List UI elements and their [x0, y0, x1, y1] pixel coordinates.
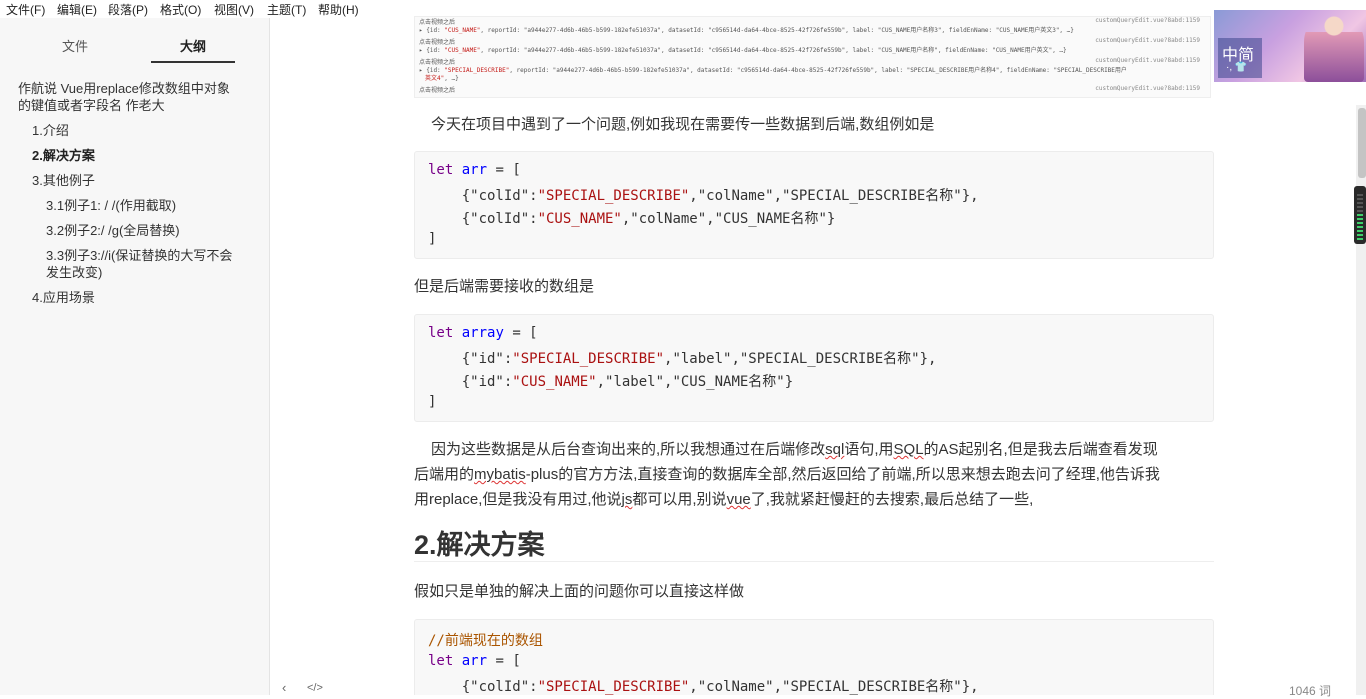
- code-block-solution[interactable]: //前端现在的数组 let arr = [ {"colId":"SPECIAL_…: [414, 619, 1214, 695]
- paragraph-intro: 今天在项目中遇到了一个问题,例如我现在需要传一些数据到后端,数组例如是: [431, 116, 935, 133]
- menu-edit[interactable]: 编辑(E): [57, 1, 97, 18]
- menu-file[interactable]: 文件(F): [6, 1, 45, 18]
- log-line: ▸ {id: "CUS_NAME", reportId: "a944e277-4…: [419, 47, 1067, 54]
- meter-bar: [1357, 210, 1363, 212]
- code-block-arr[interactable]: let arr = [ {"colId":"SPECIAL_DESCRIBE",…: [414, 151, 1214, 259]
- word-count[interactable]: 1046 词: [1289, 682, 1331, 699]
- outline-item-example-2[interactable]: 3.2例子2:/ /g(全局替换): [46, 222, 180, 239]
- paragraph-line: 因为这些数据是从后台查询出来的,所以我想通过在后端修改sql语句,用SQL的AS…: [431, 441, 1158, 458]
- outline-item-example-1[interactable]: 3.1例子1: / /(作用截取): [46, 197, 176, 214]
- outline-example-3-line-2: 发生改变): [46, 265, 103, 280]
- paragraph-solution-intro: 假如只是单独的解决上面的问题你可以直接这样做: [414, 583, 745, 600]
- outline-title-line-1: 作航说 Vue用replace修改数组中对象: [18, 81, 230, 96]
- code-line: {"colId":"CUS_NAME","colName","CUS_NAME名…: [428, 211, 836, 227]
- active-tab-indicator: [151, 61, 235, 63]
- meter-bar: [1357, 234, 1363, 236]
- code-line: let array = [: [428, 325, 538, 341]
- log-line: ▸ {id: "CUS_NAME", reportId: "a944e277-4…: [419, 27, 1074, 34]
- log-source-link: customQueryEdit.vue?8abd:1159: [1095, 17, 1200, 24]
- code-line: let arr = [: [428, 653, 521, 669]
- level-meter: [1354, 186, 1366, 244]
- log-source-link: customQueryEdit.vue?8abd:1159: [1095, 57, 1200, 64]
- outline-item-title[interactable]: 作航说 Vue用replace修改数组中对象 的键值或者字段名 作老大: [18, 80, 230, 114]
- outline-example-3-line-1: 3.3例子3://i(保证替换的大写不会: [46, 248, 233, 263]
- meter-bar: [1357, 222, 1363, 224]
- editor[interactable]: 点击视频之后 customQueryEdit.vue?8abd:1159 ▸ {…: [271, 0, 1356, 695]
- log-source-link: customQueryEdit.vue?8abd:1159: [1095, 37, 1200, 44]
- outline-item-solution[interactable]: 2.解决方案: [32, 147, 95, 164]
- meter-bar: [1357, 238, 1363, 240]
- meter-bar: [1357, 214, 1363, 216]
- code-comment: //前端现在的数组: [428, 633, 543, 649]
- scrollbar-thumb[interactable]: [1358, 108, 1366, 178]
- log-line: ▸ {id: "SPECIAL_DESCRIBE", reportId: "a9…: [419, 67, 1127, 74]
- log-source-link: customQueryEdit.vue?8abd:1159: [1095, 85, 1200, 92]
- ime-sub-icons: ·, 👕: [1226, 62, 1248, 73]
- code-line: {"colId":"SPECIAL_DESCRIBE","colName","S…: [428, 188, 979, 204]
- paragraph-explanation: 因为这些数据是从后台查询出来的,所以我想通过在后端修改sql语句,用SQL的AS…: [414, 437, 1214, 512]
- code-line: {"id":"SPECIAL_DESCRIBE","label","SPECIA…: [428, 351, 937, 367]
- outline-title-line-2: 的键值或者字段名 作老大: [18, 98, 165, 113]
- outline-item-example-3[interactable]: 3.3例子3://i(保证替换的大写不会 发生改变): [46, 247, 232, 281]
- code-line: {"id":"CUS_NAME","label","CUS_NAME名称"}: [428, 374, 794, 390]
- code-line: let arr = [: [428, 162, 521, 178]
- code-line: {"colId":"SPECIAL_DESCRIBE","colName","S…: [428, 679, 979, 695]
- tab-files[interactable]: 文件: [62, 36, 88, 55]
- meter-bar: [1357, 194, 1363, 196]
- meter-bar: [1357, 206, 1363, 208]
- paragraph-line: 用replace,但是我没有用过,他说js都可以用,别说vue了,我就紧赶慢赶的…: [414, 491, 1034, 508]
- log-line: 英文4", …}: [425, 75, 459, 82]
- heading-solution: 2.解决方案: [414, 530, 1214, 562]
- outline-item-intro[interactable]: 1.介绍: [32, 122, 69, 139]
- ime-skin-card[interactable]: 中简 ·, 👕: [1214, 10, 1366, 82]
- outline-item-use-cases[interactable]: 4.应用场景: [32, 289, 95, 306]
- meter-bar: [1357, 202, 1363, 204]
- meter-bar: [1357, 226, 1363, 228]
- meter-bar: [1357, 218, 1363, 220]
- meter-bar: [1357, 230, 1363, 232]
- tab-outline[interactable]: 大纲: [180, 36, 206, 55]
- outline-item-other-examples[interactable]: 3.其他例子: [32, 172, 95, 189]
- menu-view[interactable]: 视图(V): [214, 1, 254, 18]
- anime-character-image: [1304, 12, 1364, 82]
- code-line: ]: [428, 231, 437, 247]
- menu-paragraph[interactable]: 段落(P): [108, 1, 148, 18]
- paragraph-line: 后端用的mybatis-plus的官方方法,直接查询的数据库全部,然后返回给了前…: [414, 466, 1160, 483]
- code-line: ]: [428, 394, 437, 410]
- sidebar: 文件 大纲 作航说 Vue用replace修改数组中对象 的键值或者字段名 作老…: [0, 18, 270, 695]
- sidebar-toggle-icon[interactable]: ‹: [282, 680, 286, 695]
- paragraph-backend-array: 但是后端需要接收的数组是: [414, 278, 595, 295]
- code-block-array[interactable]: let array = [ {"id":"SPECIAL_DESCRIBE","…: [414, 314, 1214, 422]
- source-code-mode-icon[interactable]: </>: [307, 682, 323, 694]
- console-screenshot-image: 点击视频之后 customQueryEdit.vue?8abd:1159 ▸ {…: [414, 16, 1211, 98]
- log-line: 点击视频之后: [419, 87, 456, 94]
- meter-bar: [1357, 198, 1363, 200]
- menu-format[interactable]: 格式(O): [160, 1, 201, 18]
